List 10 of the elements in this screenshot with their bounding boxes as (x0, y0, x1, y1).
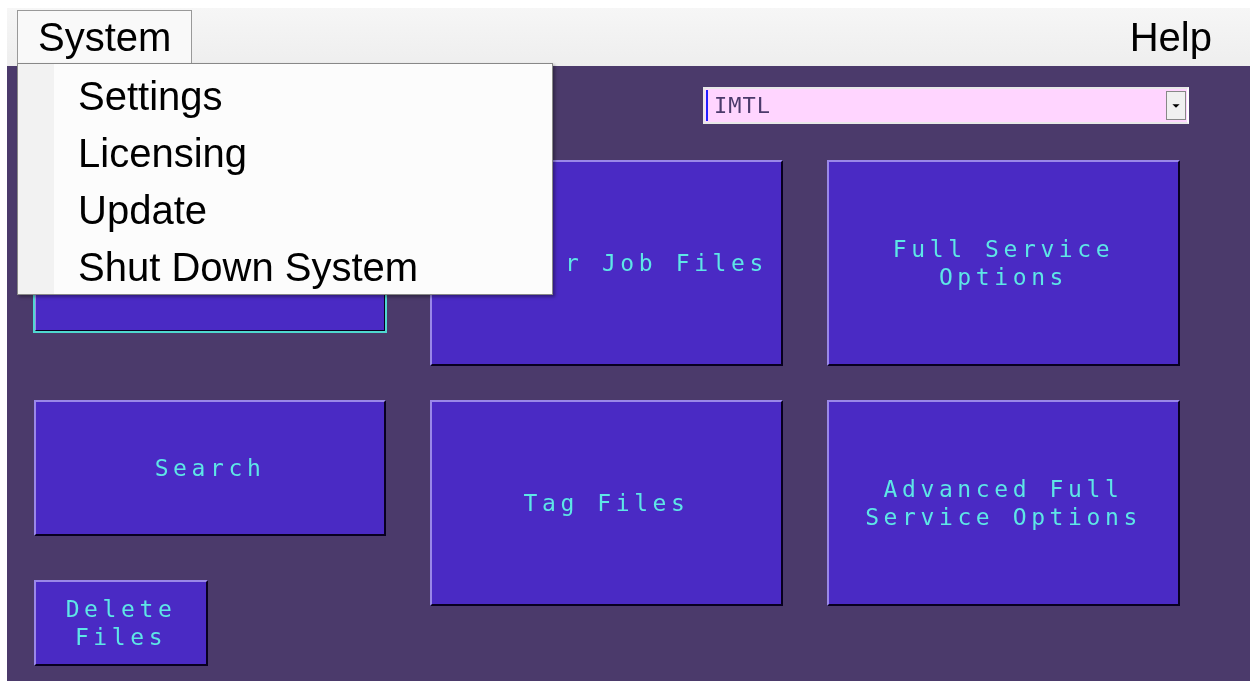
action-button[interactable]: Advanced Full Service Options (827, 400, 1180, 606)
action-button[interactable]: Delete Files (34, 580, 208, 666)
action-button[interactable]: Tag Files (430, 400, 783, 606)
menu-item[interactable]: Settings (78, 68, 552, 125)
menu-title[interactable]: System (17, 10, 193, 66)
action-button[interactable]: Search (34, 400, 386, 536)
caret-icon[interactable] (1166, 91, 1186, 120)
action-button[interactable]: Full Service Options (827, 160, 1180, 366)
select-field[interactable]: IMTL (703, 87, 1189, 124)
menu-title[interactable]: Help (1108, 10, 1233, 66)
